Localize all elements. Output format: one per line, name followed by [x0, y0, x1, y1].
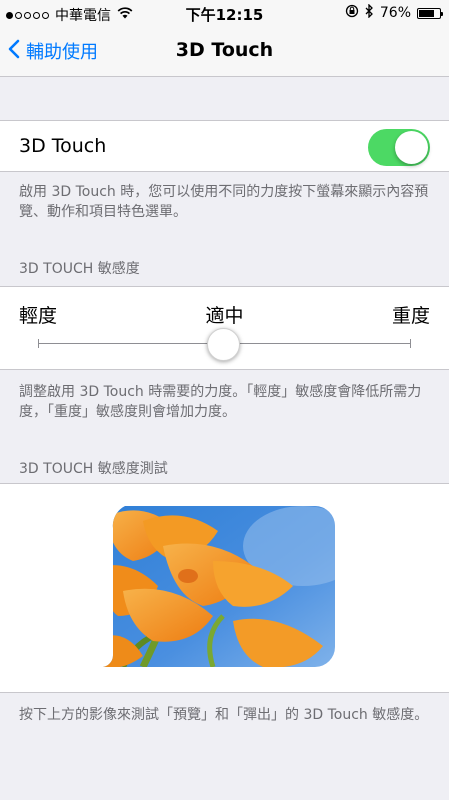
test-image-cell [0, 483, 449, 693]
flower-image [103, 506, 335, 667]
status-right: 76% [345, 3, 443, 22]
touch-toggle-switch[interactable] [368, 129, 430, 166]
bluetooth-icon [365, 3, 374, 22]
battery-percent: 76% [379, 5, 411, 21]
orientation-lock-icon [345, 4, 359, 22]
touch-toggle-cell: 3D Touch [0, 120, 449, 172]
touch-toggle-label: 3D Touch [19, 135, 107, 157]
battery-level [419, 9, 435, 17]
page-title: 3D Touch [175, 39, 274, 61]
navigation-bar: 輔助使用 3D Touch [0, 26, 449, 77]
sensitivity-description: 調整啟用 3D Touch 時需要的力度。「輕度」敏感度會降低所需力度，「重度」… [19, 384, 422, 420]
status-bar: 中華電信 下午12:15 76% [0, 0, 449, 26]
slider-tick-left [38, 339, 39, 348]
test-image-bubble[interactable] [103, 506, 335, 667]
sensitivity-slider-thumb[interactable] [207, 328, 240, 361]
battery-icon [417, 7, 443, 19]
touch-description: 啟用 3D Touch 時，您可以使用不同的力度按下螢幕來顯示內容預覽、動作和項… [19, 184, 429, 220]
sensitivity-medium-label: 適中 [205, 305, 244, 327]
slider-tick-right [410, 339, 411, 348]
sensitivity-header: 3D TOUCH 敏感度 [19, 261, 140, 277]
toggle-knob [395, 131, 428, 164]
test-description: 按下上方的影像來測試「預覽」和「彈出」的 3D Touch 敏感度。 [19, 707, 429, 723]
sensitivity-cell: 輕度 適中 重度 [0, 286, 449, 370]
sensitivity-firm-label: 重度 [391, 305, 430, 327]
sensitivity-test-header: 3D TOUCH 敏感度測試 [19, 461, 168, 477]
